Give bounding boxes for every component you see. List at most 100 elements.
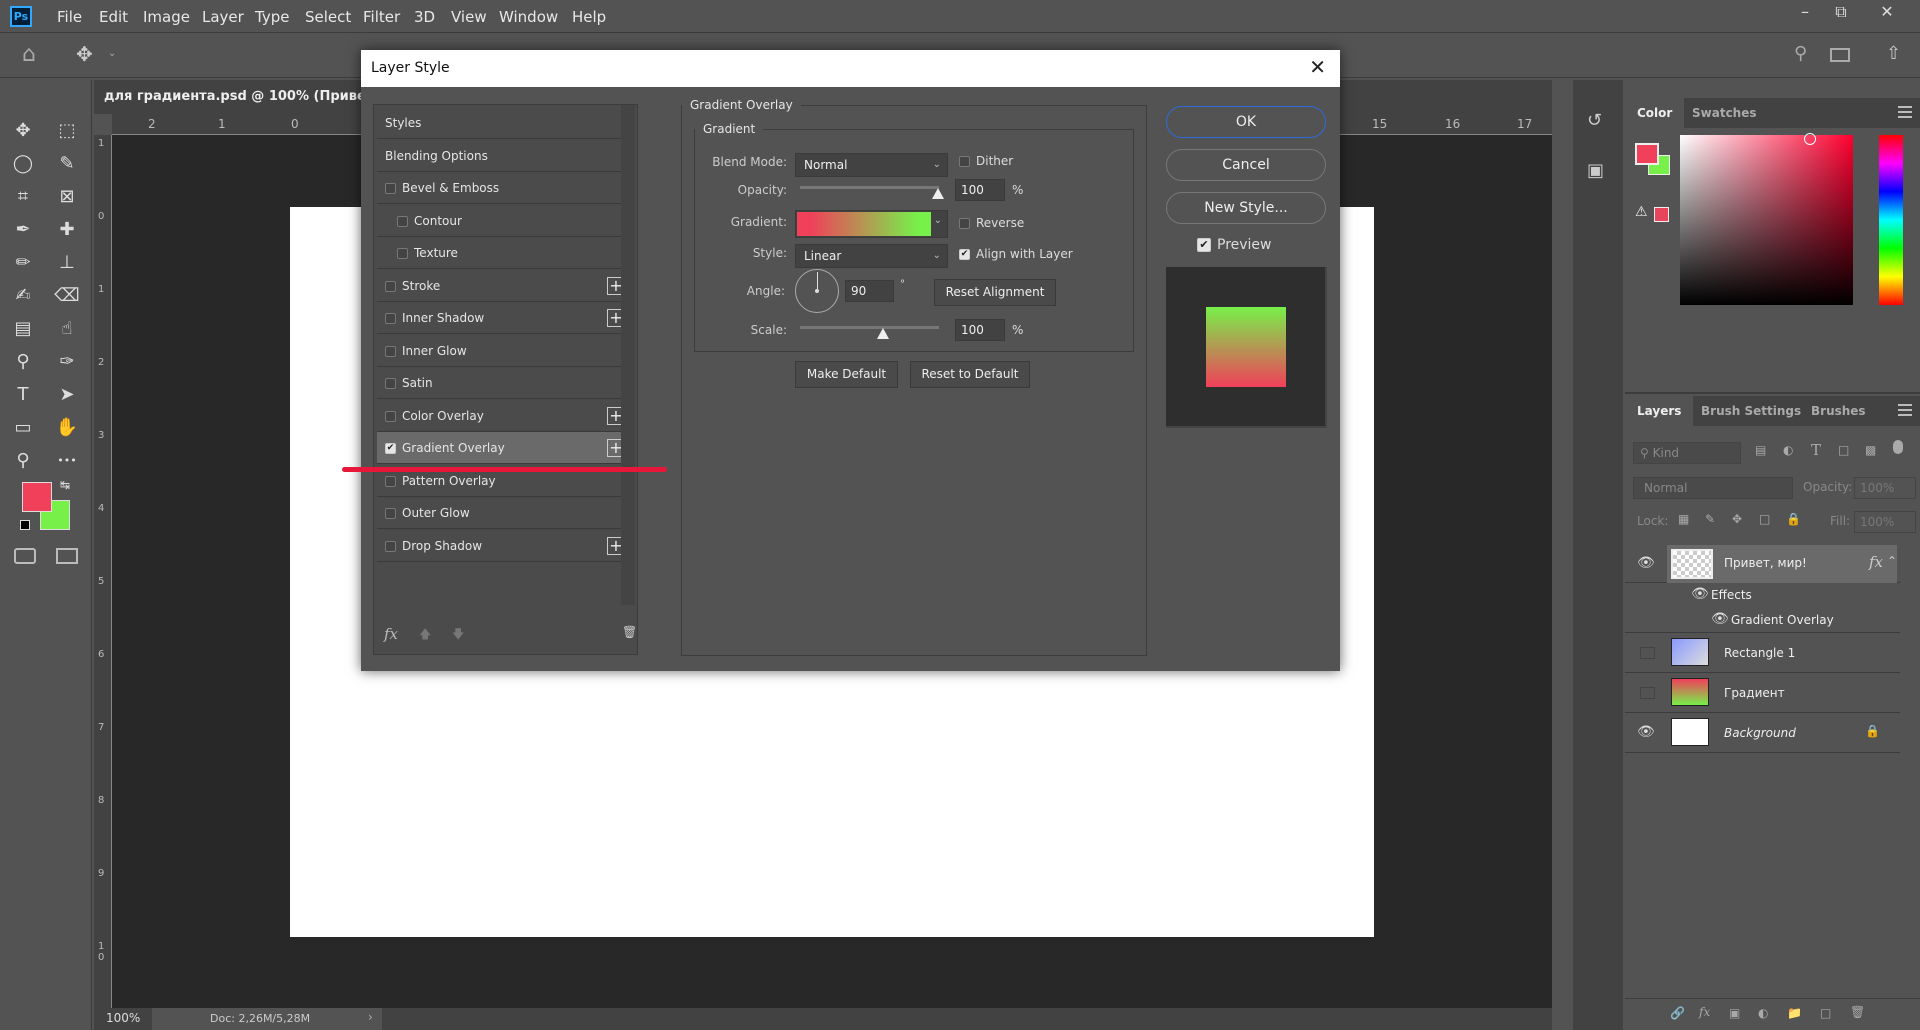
history-brush-tool-icon[interactable]: ✍ bbox=[8, 281, 38, 311]
style-checkbox[interactable] bbox=[385, 313, 396, 324]
style-checkbox[interactable] bbox=[385, 410, 396, 422]
layer-name[interactable]: Background bbox=[1724, 726, 1796, 740]
menu-help[interactable]: Help bbox=[572, 8, 606, 26]
layer-name[interactable]: Привет, мир! bbox=[1724, 556, 1807, 570]
filter-type-icon[interactable]: T bbox=[1811, 441, 1821, 459]
path-select-tool-icon[interactable]: ➤ bbox=[52, 380, 82, 410]
add-mask-icon[interactable]: ▣ bbox=[1729, 1006, 1740, 1020]
healing-tool-icon[interactable]: ✚ bbox=[52, 215, 82, 245]
style-checkbox[interactable] bbox=[397, 248, 408, 259]
close-icon[interactable]: ✕ bbox=[1309, 55, 1326, 79]
gamut-color-swatch[interactable] bbox=[1654, 207, 1669, 222]
delete-effect-icon[interactable]: 🗑 bbox=[622, 625, 637, 639]
menu-image[interactable]: Image bbox=[143, 8, 190, 26]
layer-filter-kind[interactable]: ⚲ Kind bbox=[1633, 442, 1741, 464]
style-checkbox[interactable] bbox=[385, 540, 396, 552]
angle-input[interactable]: 90 bbox=[845, 280, 894, 302]
move-tool-icon[interactable]: ✥ bbox=[8, 116, 38, 146]
menu-view[interactable]: View bbox=[451, 8, 487, 26]
cancel-button[interactable]: Cancel bbox=[1166, 149, 1326, 181]
visibility-eye-icon[interactable]: 👁 bbox=[1637, 724, 1655, 740]
layer-name[interactable]: Градиент bbox=[1724, 686, 1785, 700]
hue-slider[interactable] bbox=[1879, 135, 1903, 305]
style-checkbox[interactable] bbox=[385, 508, 396, 519]
quick-mask-icon[interactable] bbox=[14, 548, 36, 564]
style-item-texture[interactable]: Texture bbox=[377, 237, 629, 269]
layer-name[interactable]: Rectangle 1 bbox=[1724, 646, 1795, 660]
tab-swatches[interactable]: Swatches bbox=[1680, 98, 1769, 128]
type-tool-icon[interactable]: T bbox=[8, 380, 38, 410]
color-picker-field[interactable] bbox=[1680, 135, 1853, 305]
style-checkbox[interactable] bbox=[385, 378, 396, 389]
new-group-icon[interactable]: 📁 bbox=[1787, 1006, 1802, 1020]
layer-row-gradient[interactable]: Градиент bbox=[1625, 673, 1900, 713]
swap-colors-icon[interactable]: ↹ bbox=[60, 478, 70, 492]
style-item-bevel-emboss[interactable]: Bevel & Emboss bbox=[377, 172, 629, 204]
style-checkbox[interactable] bbox=[385, 475, 396, 487]
hand-tool-icon[interactable]: ✋ bbox=[52, 413, 82, 443]
filter-adjustment-icon[interactable]: ◐ bbox=[1783, 443, 1793, 457]
foreground-color-swatch[interactable] bbox=[22, 482, 52, 512]
lock-position-icon[interactable]: ✥ bbox=[1732, 512, 1742, 526]
crop-tool-icon[interactable]: ⌗ bbox=[8, 182, 38, 212]
dodge-tool-icon[interactable]: ⚲ bbox=[8, 347, 38, 377]
collapse-effects-icon[interactable]: ⌃ bbox=[1887, 554, 1897, 568]
reset-to-default-button[interactable]: Reset to Default bbox=[910, 361, 1030, 388]
preview-checkbox[interactable]: ✔ Preview bbox=[1197, 237, 1272, 253]
gamut-warning-icon[interactable]: ⚠ bbox=[1635, 204, 1648, 220]
gradient-picker[interactable]: ⌄ bbox=[795, 210, 948, 238]
reverse-checkbox[interactable]: Reverse bbox=[959, 216, 1024, 230]
gradient-swatch[interactable] bbox=[797, 212, 931, 236]
frame-tool-icon[interactable]: ⊠ bbox=[52, 182, 82, 212]
move-down-icon[interactable]: 🡇 bbox=[452, 625, 464, 646]
style-checkbox[interactable] bbox=[385, 280, 396, 292]
angle-dial[interactable] bbox=[795, 269, 839, 313]
pen-tool-icon[interactable]: ✑ bbox=[52, 347, 82, 377]
style-item-inner-glow[interactable]: Inner Glow bbox=[377, 335, 629, 367]
new-style-button[interactable]: New Style... bbox=[1166, 192, 1326, 224]
eraser-tool-icon[interactable]: ⌫ bbox=[52, 281, 82, 311]
lock-artboard-icon[interactable]: □ bbox=[1759, 512, 1770, 526]
style-item-satin[interactable]: Satin bbox=[377, 367, 629, 399]
tab-brushes[interactable]: Brushes bbox=[1799, 396, 1878, 426]
search-icon[interactable]: ⚲ bbox=[1794, 43, 1807, 64]
layer-row-rectangle[interactable]: Rectangle 1 bbox=[1625, 633, 1900, 673]
rectangle-tool-icon[interactable]: ▭ bbox=[8, 413, 38, 443]
chevron-down-icon[interactable]: ⌄ bbox=[934, 215, 942, 226]
lock-brush-icon[interactable]: ✎ bbox=[1705, 512, 1715, 526]
style-item-styles[interactable]: Styles bbox=[377, 107, 629, 139]
style-item-color-overlay[interactable]: Color Overlay + bbox=[377, 400, 629, 432]
3d-icon[interactable]: ▣ bbox=[1587, 160, 1604, 181]
filter-pixel-icon[interactable]: ▤ bbox=[1755, 443, 1766, 457]
visibility-toggle[interactable] bbox=[1640, 687, 1655, 699]
menu-3d[interactable]: 3D bbox=[414, 8, 435, 26]
link-layers-icon[interactable]: 🔗 bbox=[1670, 1006, 1685, 1020]
style-checkbox[interactable] bbox=[385, 183, 396, 194]
delete-layer-icon[interactable]: 🗑 bbox=[1850, 1005, 1865, 1019]
filter-toggle[interactable] bbox=[1893, 440, 1903, 454]
scale-slider-thumb[interactable] bbox=[877, 328, 889, 339]
visibility-eye-icon[interactable]: 👁 bbox=[1637, 555, 1655, 571]
make-default-button[interactable]: Make Default bbox=[795, 361, 898, 388]
visibility-eye-icon[interactable]: 👁 bbox=[1691, 586, 1709, 602]
color-picker-cursor[interactable] bbox=[1804, 133, 1816, 145]
adjustment-layer-icon[interactable]: ◐ bbox=[1758, 1006, 1768, 1020]
workspace-icon[interactable] bbox=[1830, 48, 1850, 62]
visibility-eye-icon[interactable]: 👁 bbox=[1711, 611, 1729, 627]
tab-brush-settings[interactable]: Brush Settings bbox=[1689, 396, 1813, 426]
scale-slider[interactable] bbox=[800, 326, 939, 329]
move-tool-icon[interactable]: ✥ bbox=[76, 42, 93, 66]
menu-select[interactable]: Select bbox=[305, 8, 351, 26]
ok-button[interactable]: OK bbox=[1166, 106, 1326, 138]
menu-window[interactable]: Window bbox=[499, 8, 558, 26]
style-checkbox[interactable] bbox=[385, 345, 396, 357]
smudge-tool-icon[interactable]: ☝ bbox=[52, 314, 82, 344]
visibility-toggle[interactable] bbox=[1640, 647, 1655, 659]
style-checkbox[interactable]: ✔ bbox=[385, 443, 396, 454]
align-with-layer-checkbox[interactable]: ✔ Align with Layer bbox=[959, 247, 1073, 261]
menu-edit[interactable]: Edit bbox=[99, 8, 128, 26]
layer-effects-row[interactable]: 👁 Effects bbox=[1625, 583, 1900, 608]
fg-color-swatch[interactable] bbox=[1635, 143, 1659, 165]
zoom-tool-icon[interactable]: ⚲ bbox=[8, 446, 38, 476]
screen-mode-icon[interactable] bbox=[56, 548, 78, 564]
